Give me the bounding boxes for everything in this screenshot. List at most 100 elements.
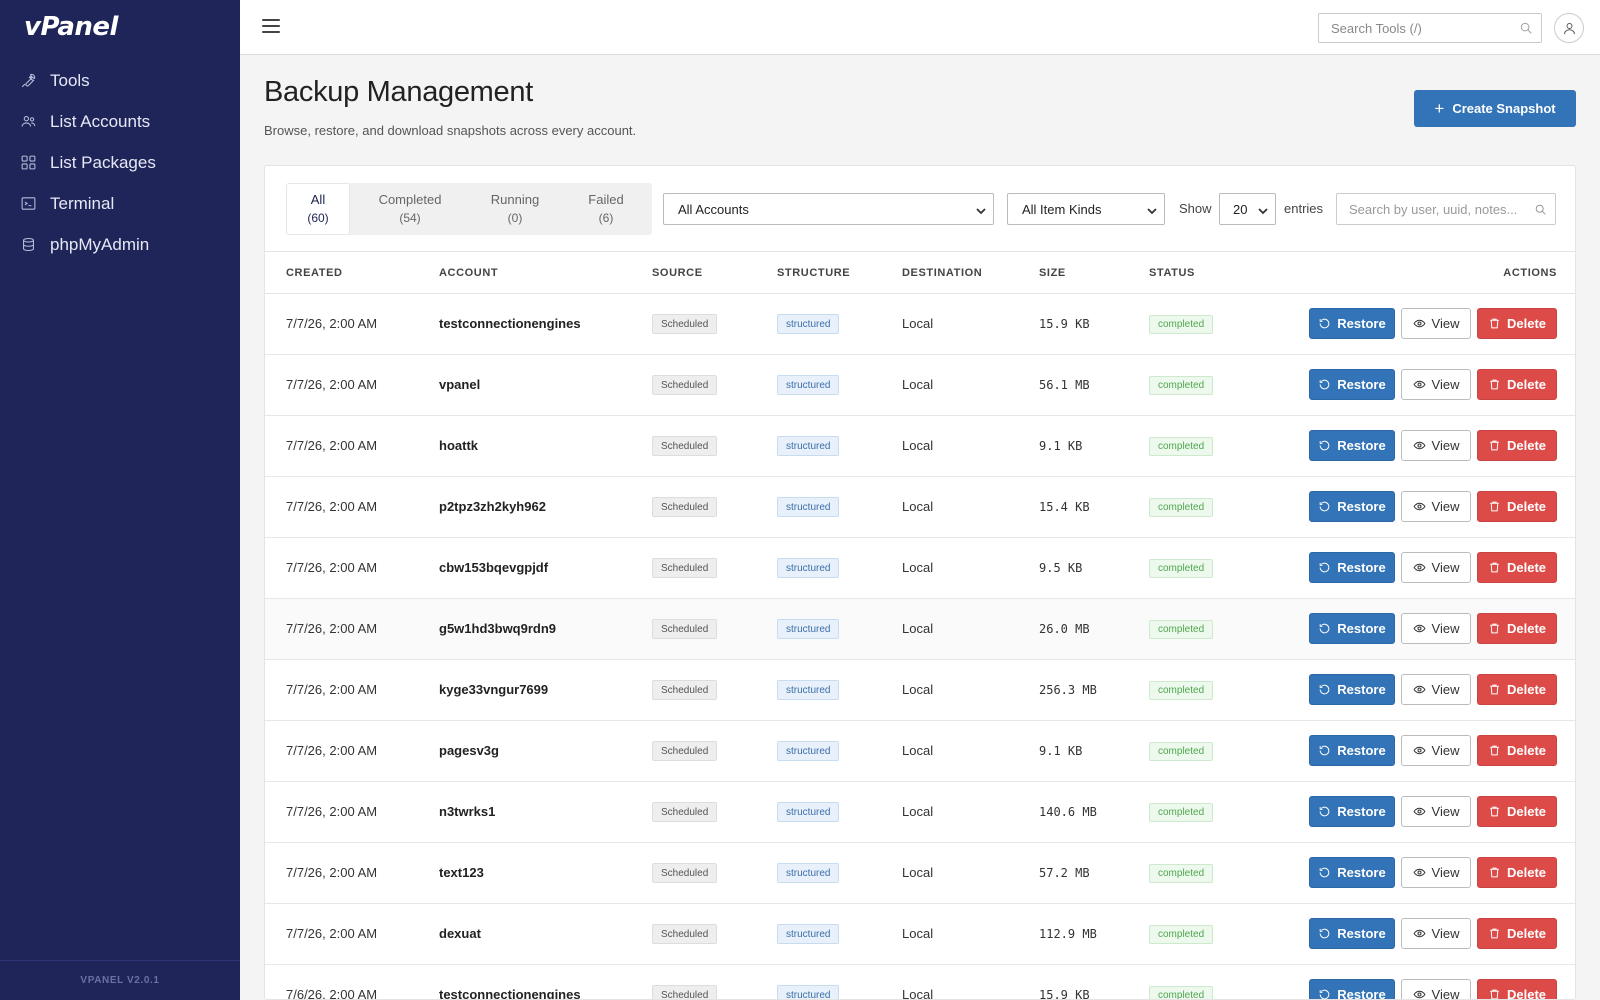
table-row: 7/6/26, 2:00 AM testconnectionengines Sc… (265, 965, 1575, 999)
delete-button[interactable]: Delete (1477, 308, 1557, 339)
view-button[interactable]: View (1401, 857, 1471, 888)
structure-badge: structured (777, 924, 840, 944)
account-cell[interactable]: testconnectionengines (439, 316, 581, 331)
account-cell[interactable]: hoattk (439, 438, 478, 453)
status-badge: completed (1149, 559, 1214, 578)
delete-button[interactable]: Delete (1477, 735, 1557, 766)
restore-button[interactable]: Restore (1309, 857, 1395, 888)
view-button[interactable]: View (1401, 613, 1471, 644)
menu-toggle-icon[interactable] (262, 19, 280, 35)
view-button[interactable]: View (1401, 796, 1471, 827)
chevron-down-icon (976, 204, 986, 215)
eye-icon (1413, 868, 1426, 877)
account-cell[interactable]: n3twrks1 (439, 804, 495, 819)
delete-button[interactable]: Delete (1477, 979, 1557, 999)
table-row: 7/7/26, 2:00 AM pagesv3g Scheduled struc… (265, 721, 1575, 782)
created-cell: 7/7/26, 2:00 AM (286, 743, 378, 758)
restore-button[interactable]: Restore (1309, 491, 1395, 522)
destination-cell: Local (902, 865, 934, 880)
sidebar-item-tools[interactable]: Tools (0, 60, 240, 101)
status-badge: completed (1149, 925, 1214, 944)
account-cell[interactable]: pagesv3g (439, 743, 499, 758)
search-icon[interactable] (1534, 203, 1547, 216)
view-button[interactable]: View (1401, 552, 1471, 583)
delete-button[interactable]: Delete (1477, 857, 1557, 888)
tab-completed[interactable]: Completed (54) (350, 183, 470, 235)
restore-button[interactable]: Restore (1309, 552, 1395, 583)
account-cell[interactable]: testconnectionengines (439, 987, 581, 999)
sidebar-item-list-packages[interactable]: List Packages (0, 142, 240, 183)
delete-button[interactable]: Delete (1477, 430, 1557, 461)
source-badge: Scheduled (652, 985, 718, 999)
tab-failed[interactable]: Failed (6) (560, 183, 652, 235)
status-badge: completed (1149, 498, 1214, 517)
restore-button[interactable]: Restore (1309, 369, 1395, 400)
top-bar (240, 0, 1600, 55)
view-button[interactable]: View (1401, 308, 1471, 339)
account-select[interactable]: All Accounts (663, 193, 994, 225)
restore-button[interactable]: Restore (1309, 979, 1395, 999)
structure-badge: structured (777, 741, 840, 761)
destination-cell: Local (902, 804, 934, 819)
restore-label: Restore (1337, 804, 1386, 819)
view-button[interactable]: View (1401, 430, 1471, 461)
account-cell[interactable]: text123 (439, 865, 484, 880)
restore-button[interactable]: Restore (1309, 735, 1395, 766)
restore-button[interactable]: Restore (1309, 918, 1395, 949)
create-snapshot-button[interactable]: + Create Snapshot (1414, 90, 1576, 127)
view-button[interactable]: View (1401, 918, 1471, 949)
restore-button[interactable]: Restore (1309, 796, 1395, 827)
sidebar-nav: Tools List Accounts List Packages Termin… (0, 60, 240, 265)
restore-button[interactable]: Restore (1309, 430, 1395, 461)
snapshot-search-input[interactable] (1337, 194, 1527, 224)
tab-count: (6) (598, 211, 614, 225)
header-created: CREATED (286, 267, 343, 279)
view-button[interactable]: View (1401, 735, 1471, 766)
view-button[interactable]: View (1401, 369, 1471, 400)
user-avatar[interactable] (1554, 13, 1584, 43)
delete-button[interactable]: Delete (1477, 552, 1557, 583)
delete-label: Delete (1506, 865, 1547, 880)
view-label: View (1431, 499, 1460, 514)
account-cell[interactable]: cbw153bqevgpjdf (439, 560, 548, 575)
delete-button[interactable]: Delete (1477, 491, 1557, 522)
delete-button[interactable]: Delete (1477, 796, 1557, 827)
entries-select[interactable]: 20 (1219, 193, 1276, 225)
row-actions: Restore View Delete (1309, 979, 1557, 999)
view-button[interactable]: View (1401, 674, 1471, 705)
delete-label: Delete (1506, 438, 1547, 453)
delete-button[interactable]: Delete (1477, 613, 1557, 644)
delete-button[interactable]: Delete (1477, 674, 1557, 705)
restore-button[interactable]: Restore (1309, 674, 1395, 705)
sidebar-item-phpmyadmin[interactable]: phpMyAdmin (0, 224, 240, 265)
delete-label: Delete (1506, 804, 1547, 819)
restore-icon (1319, 440, 1330, 451)
restore-button[interactable]: Restore (1309, 308, 1395, 339)
structure-badge: structured (777, 497, 840, 517)
account-cell[interactable]: vpanel (439, 377, 480, 392)
account-cell[interactable]: kyge33vngur7699 (439, 682, 548, 697)
vpanel-logo[interactable]: vPanel (24, 12, 118, 42)
account-cell[interactable]: p2tpz3zh2kyh962 (439, 499, 546, 514)
view-button[interactable]: View (1401, 979, 1471, 999)
sidebar-item-list-accounts[interactable]: List Accounts (0, 101, 240, 142)
sidebar-item-terminal[interactable]: Terminal (0, 183, 240, 224)
account-cell[interactable]: dexuat (439, 926, 481, 941)
delete-label: Delete (1506, 316, 1547, 331)
tab-running[interactable]: Running (0) (470, 183, 560, 235)
users-icon (21, 116, 36, 127)
restore-button[interactable]: Restore (1309, 613, 1395, 644)
tool-search-box (1318, 13, 1542, 43)
delete-button[interactable]: Delete (1477, 369, 1557, 400)
tab-all[interactable]: All (60) (286, 183, 350, 235)
item-kind-select[interactable]: All Item Kinds (1007, 193, 1165, 225)
header-size: SIZE (1039, 267, 1066, 279)
chevron-down-icon (1258, 204, 1268, 215)
delete-button[interactable]: Delete (1477, 918, 1557, 949)
view-button[interactable]: View (1401, 491, 1471, 522)
search-icon[interactable] (1519, 21, 1533, 35)
sidebar-item-label: phpMyAdmin (50, 234, 150, 254)
plus-icon: + (1434, 99, 1445, 118)
tool-search-input[interactable] (1319, 14, 1509, 42)
account-cell[interactable]: g5w1hd3bwq9rdn9 (439, 621, 556, 636)
